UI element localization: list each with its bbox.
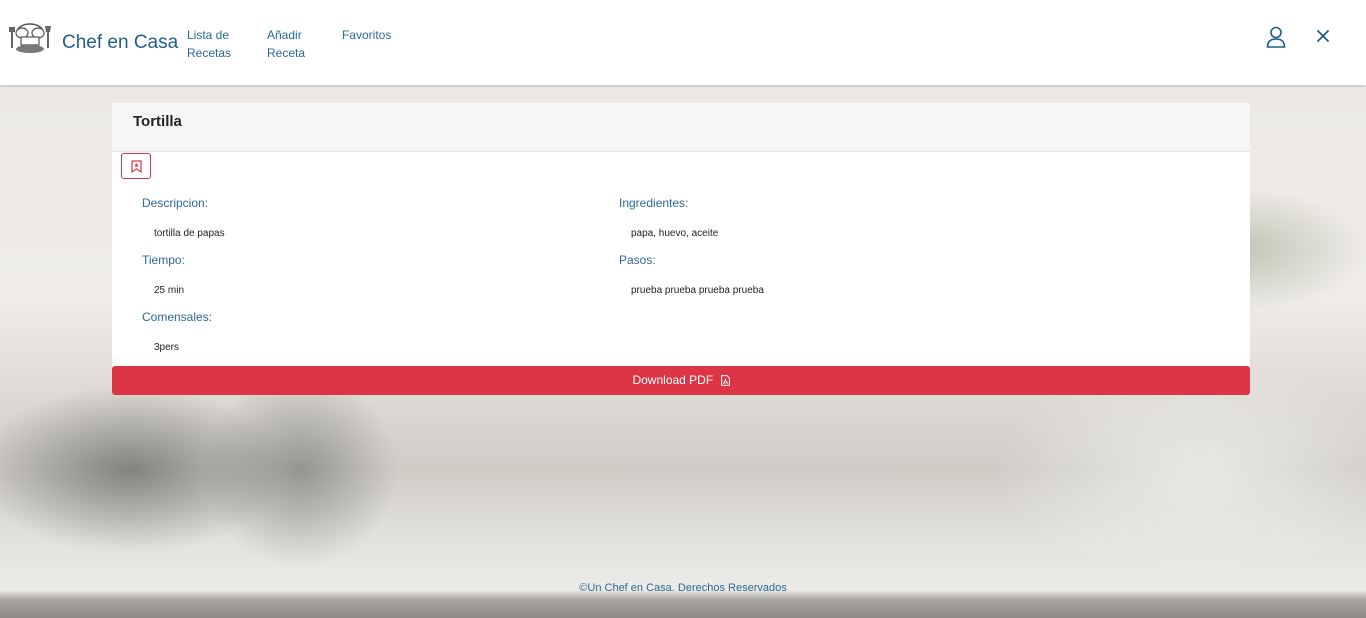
recipe-title: Tortilla [133,113,182,130]
footer-copyright: ©Un Chef en Casa. Derechos Reservados [579,582,787,594]
nav-link-anadir-receta[interactable]: Añadir Receta [267,26,337,62]
brand-name[interactable]: Chef en Casa [62,32,178,54]
pasos-label: Pasos: [619,253,656,267]
recipe-card: Tortilla Descripcion: tortilla de papas … [112,103,1250,395]
pasos-value: prueba prueba prueba prueba [631,285,764,296]
close-icon[interactable] [1315,28,1331,44]
descripcion-value: tortilla de papas [154,228,225,239]
chef-hat-logo-icon[interactable] [8,22,52,56]
download-pdf-button[interactable]: Download PDF [112,366,1250,395]
descripcion-label: Descripcion: [142,196,209,210]
download-pdf-label: Download PDF [632,373,714,387]
tiempo-value: 25 min [154,285,185,296]
navbar: Chef en Casa Lista de Recetas Añadir Rec… [0,0,1366,85]
ingredientes-value: papa, huevo, aceite [631,228,719,239]
bookmark-icon [131,160,142,173]
card-body: Descripcion: tortilla de papas Tiempo: 2… [112,152,1250,367]
nav-link-favoritos[interactable]: Favoritos [342,26,412,44]
nav-link-lista-de-recetas[interactable]: Lista de Recetas [187,26,257,62]
comensales-value: 3pers [154,342,180,353]
ingredientes-label: Ingredientes: [619,196,689,210]
card-header: Tortilla [112,103,1250,152]
comensales-label: Comensales: [142,310,213,324]
user-icon[interactable] [1266,26,1286,48]
pdf-file-icon [720,375,730,386]
bookmark-button[interactable] [121,153,151,179]
tiempo-label: Tiempo: [142,253,185,267]
